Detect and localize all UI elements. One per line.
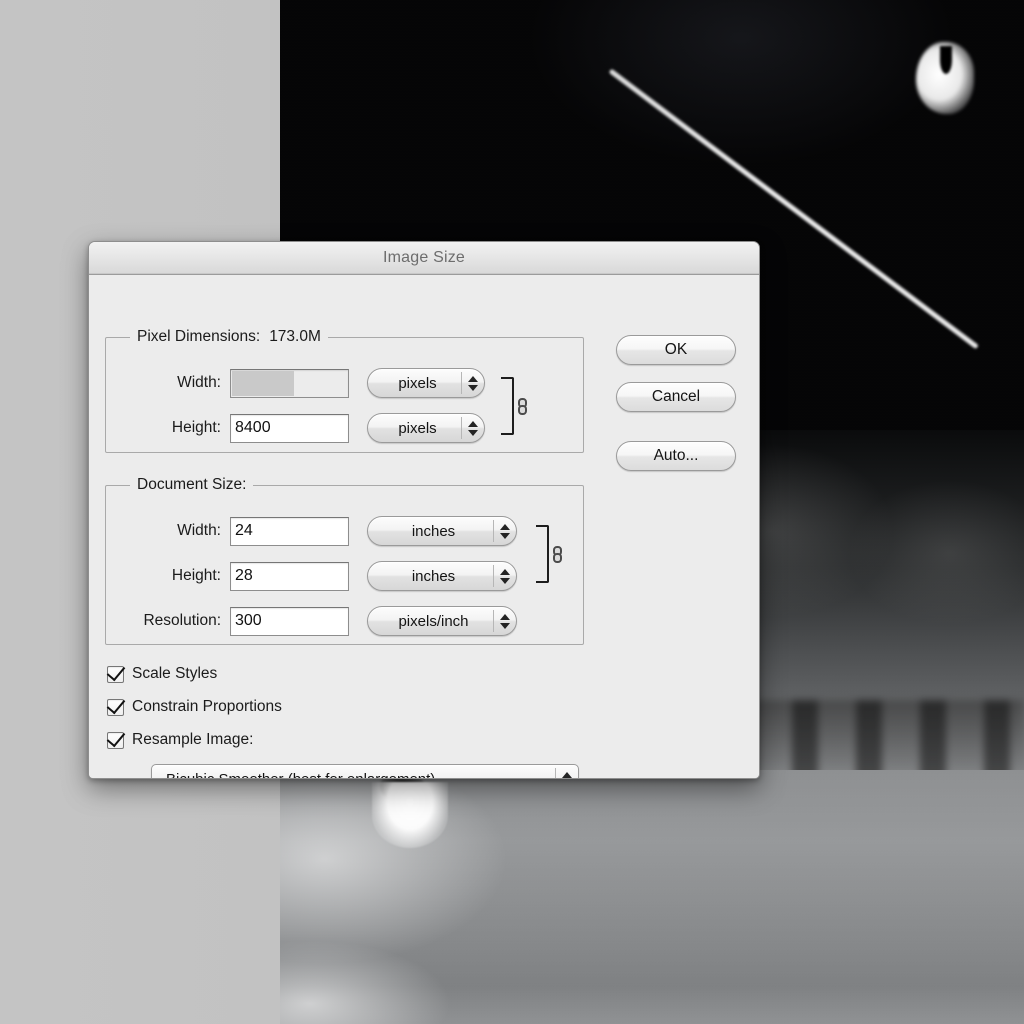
pixel-width-row: Width: pixels xyxy=(105,368,485,398)
ok-button-label: OK xyxy=(664,341,688,358)
pixel-width-unit-stepper[interactable] xyxy=(462,375,484,391)
document-height-input[interactable] xyxy=(230,561,349,591)
document-size-label: Document Size: xyxy=(137,476,247,493)
document-resolution-unit-label: pixels/inch xyxy=(398,612,469,630)
photo-golf-club-notch xyxy=(940,46,952,74)
document-height-unit-label: inches xyxy=(411,567,456,585)
arrow-down-icon xyxy=(500,622,510,629)
chain-link-icon xyxy=(518,397,527,416)
pixel-width-unit-label: pixels xyxy=(398,374,437,392)
document-width-unit-stepper[interactable] xyxy=(494,523,516,539)
pixel-height-label: Height: xyxy=(171,419,221,436)
pixel-dimensions-legend: Pixel Dimensions: 173.0M xyxy=(130,328,328,346)
chain-link-icon xyxy=(553,545,562,564)
image-size-dialog: Image Size Pixel Dimensions: 173.0M Width… xyxy=(88,241,760,779)
arrow-down-icon xyxy=(500,577,510,584)
arrow-up-icon xyxy=(500,568,510,575)
ok-button[interactable]: OK xyxy=(616,335,736,365)
pixel-dimensions-size-value: 173.0M xyxy=(269,328,321,345)
auto-button-label: Auto... xyxy=(653,447,699,464)
pixel-width-input-wrapper xyxy=(230,368,349,398)
pixel-dimensions-link-indicator xyxy=(501,375,527,437)
resample-image-checkbox[interactable] xyxy=(107,731,124,749)
chain-ring-lower xyxy=(518,404,527,415)
resample-image-checkbox-row[interactable]: Resample Image: xyxy=(107,731,253,749)
document-width-input[interactable] xyxy=(230,516,349,546)
document-resolution-unit-select[interactable]: pixels/inch xyxy=(367,606,517,636)
document-resolution-label: Resolution: xyxy=(143,612,221,629)
resample-method-stepper[interactable] xyxy=(556,771,578,779)
arrow-up-icon xyxy=(468,375,478,382)
arrow-down-icon xyxy=(468,384,478,391)
cancel-button[interactable]: Cancel xyxy=(616,382,736,412)
pixel-width-input[interactable] xyxy=(230,368,349,398)
arrow-down-icon xyxy=(468,429,478,436)
document-size-link-indicator xyxy=(536,523,562,585)
resample-method-select[interactable]: Bicubic Smoother (best for enlargement) xyxy=(151,764,579,779)
cancel-button-label: Cancel xyxy=(651,388,701,405)
auto-button[interactable]: Auto... xyxy=(616,441,736,471)
link-bracket xyxy=(536,525,549,583)
constrain-proportions-checkbox[interactable] xyxy=(107,698,124,716)
pixel-width-unit-select[interactable]: pixels xyxy=(367,368,485,398)
scale-styles-checkbox[interactable] xyxy=(107,665,124,683)
pixel-height-row: Height: pixels xyxy=(105,413,485,443)
constrain-proportions-label: Constrain Proportions xyxy=(132,698,282,715)
arrow-up-icon xyxy=(500,523,510,530)
arrow-up-icon xyxy=(468,420,478,427)
resample-image-label: Resample Image: xyxy=(132,731,254,748)
pixel-height-unit-label: pixels xyxy=(398,419,437,437)
dialog-title: Image Size xyxy=(382,249,466,266)
document-size-legend: Document Size: xyxy=(130,476,254,494)
document-width-label: Width: xyxy=(177,522,221,539)
document-resolution-input[interactable] xyxy=(230,606,349,636)
document-resolution-unit-stepper[interactable] xyxy=(494,613,516,629)
photo-divot-highlight xyxy=(372,782,448,848)
document-height-unit-select[interactable]: inches xyxy=(367,561,517,591)
document-height-row: Height: inches xyxy=(105,561,517,591)
resample-method-label: Bicubic Smoother (best for enlargement) xyxy=(166,770,436,779)
arrow-up-icon xyxy=(500,613,510,620)
dialog-body: Pixel Dimensions: 173.0M Width: pixels He… xyxy=(89,275,759,779)
pixel-height-unit-select[interactable]: pixels xyxy=(367,413,485,443)
pixel-width-label: Width: xyxy=(177,374,221,391)
document-width-unit-label: inches xyxy=(411,522,456,540)
document-height-label: Height: xyxy=(171,567,221,584)
scale-styles-checkbox-row[interactable]: Scale Styles xyxy=(107,665,217,683)
arrow-down-icon xyxy=(500,532,510,539)
document-width-row: Width: inches xyxy=(105,516,517,546)
pixel-height-input[interactable] xyxy=(230,413,349,443)
link-bracket xyxy=(501,377,514,435)
chain-ring-lower xyxy=(553,552,562,563)
document-width-unit-select[interactable]: inches xyxy=(367,516,517,546)
scale-styles-label: Scale Styles xyxy=(132,665,218,682)
pixel-dimensions-label: Pixel Dimensions: xyxy=(137,328,261,345)
document-height-unit-stepper[interactable] xyxy=(494,568,516,584)
arrow-up-icon xyxy=(562,771,572,778)
pixel-height-unit-stepper[interactable] xyxy=(462,420,484,436)
constrain-proportions-checkbox-row[interactable]: Constrain Proportions xyxy=(107,698,282,716)
dialog-titlebar[interactable]: Image Size xyxy=(89,242,759,275)
document-resolution-row: Resolution: pixels/inch xyxy=(105,606,517,636)
